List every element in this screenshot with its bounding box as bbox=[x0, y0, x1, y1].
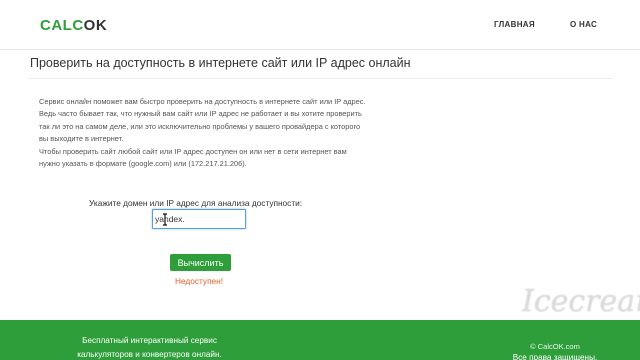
service-description: Сервис онлайн поможет вам быстро провери… bbox=[39, 96, 369, 170]
nav-home-link[interactable]: ГЛАВНАЯ bbox=[494, 20, 535, 29]
footer: Бесплатный интерактивный сервис калькуля… bbox=[0, 320, 640, 360]
description-paragraph: Ведь часто бывает так, что нужный вам са… bbox=[39, 109, 362, 144]
logo-calc: CALC bbox=[40, 17, 84, 34]
footer-copyright: © CalcOK.com bbox=[530, 342, 580, 351]
recorder-watermark: Icecream bbox=[522, 284, 640, 319]
nav-about-link[interactable]: О НАС bbox=[570, 20, 597, 29]
site-logo[interactable]: CALCOK bbox=[40, 17, 107, 34]
navbar: CALCOK ГЛАВНАЯ О НАС bbox=[0, 0, 640, 50]
domain-input-label: Укажите домен или IP адрес для анализа д… bbox=[89, 198, 303, 208]
title-divider bbox=[28, 78, 613, 79]
footer-rights: Все права защищены. bbox=[512, 353, 598, 360]
footer-tagline: Бесплатный интерактивный сервис калькуля… bbox=[77, 336, 222, 359]
footer-copyright-block: © CalcOK.com Все права защищены. bbox=[498, 341, 612, 360]
logo-ok: OK bbox=[83, 17, 108, 34]
calculate-button[interactable]: Вычислить bbox=[170, 254, 231, 271]
text-cursor-icon bbox=[163, 213, 167, 226]
description-paragraph: Сервис онлайн поможет вам быстро провери… bbox=[39, 97, 366, 106]
result-status: Недоступен! bbox=[175, 276, 224, 286]
description-paragraph: Чтобы проверить сайт любой сайт или IP а… bbox=[39, 146, 347, 169]
page-title: Проверить на доступность в интернете сай… bbox=[30, 56, 411, 70]
